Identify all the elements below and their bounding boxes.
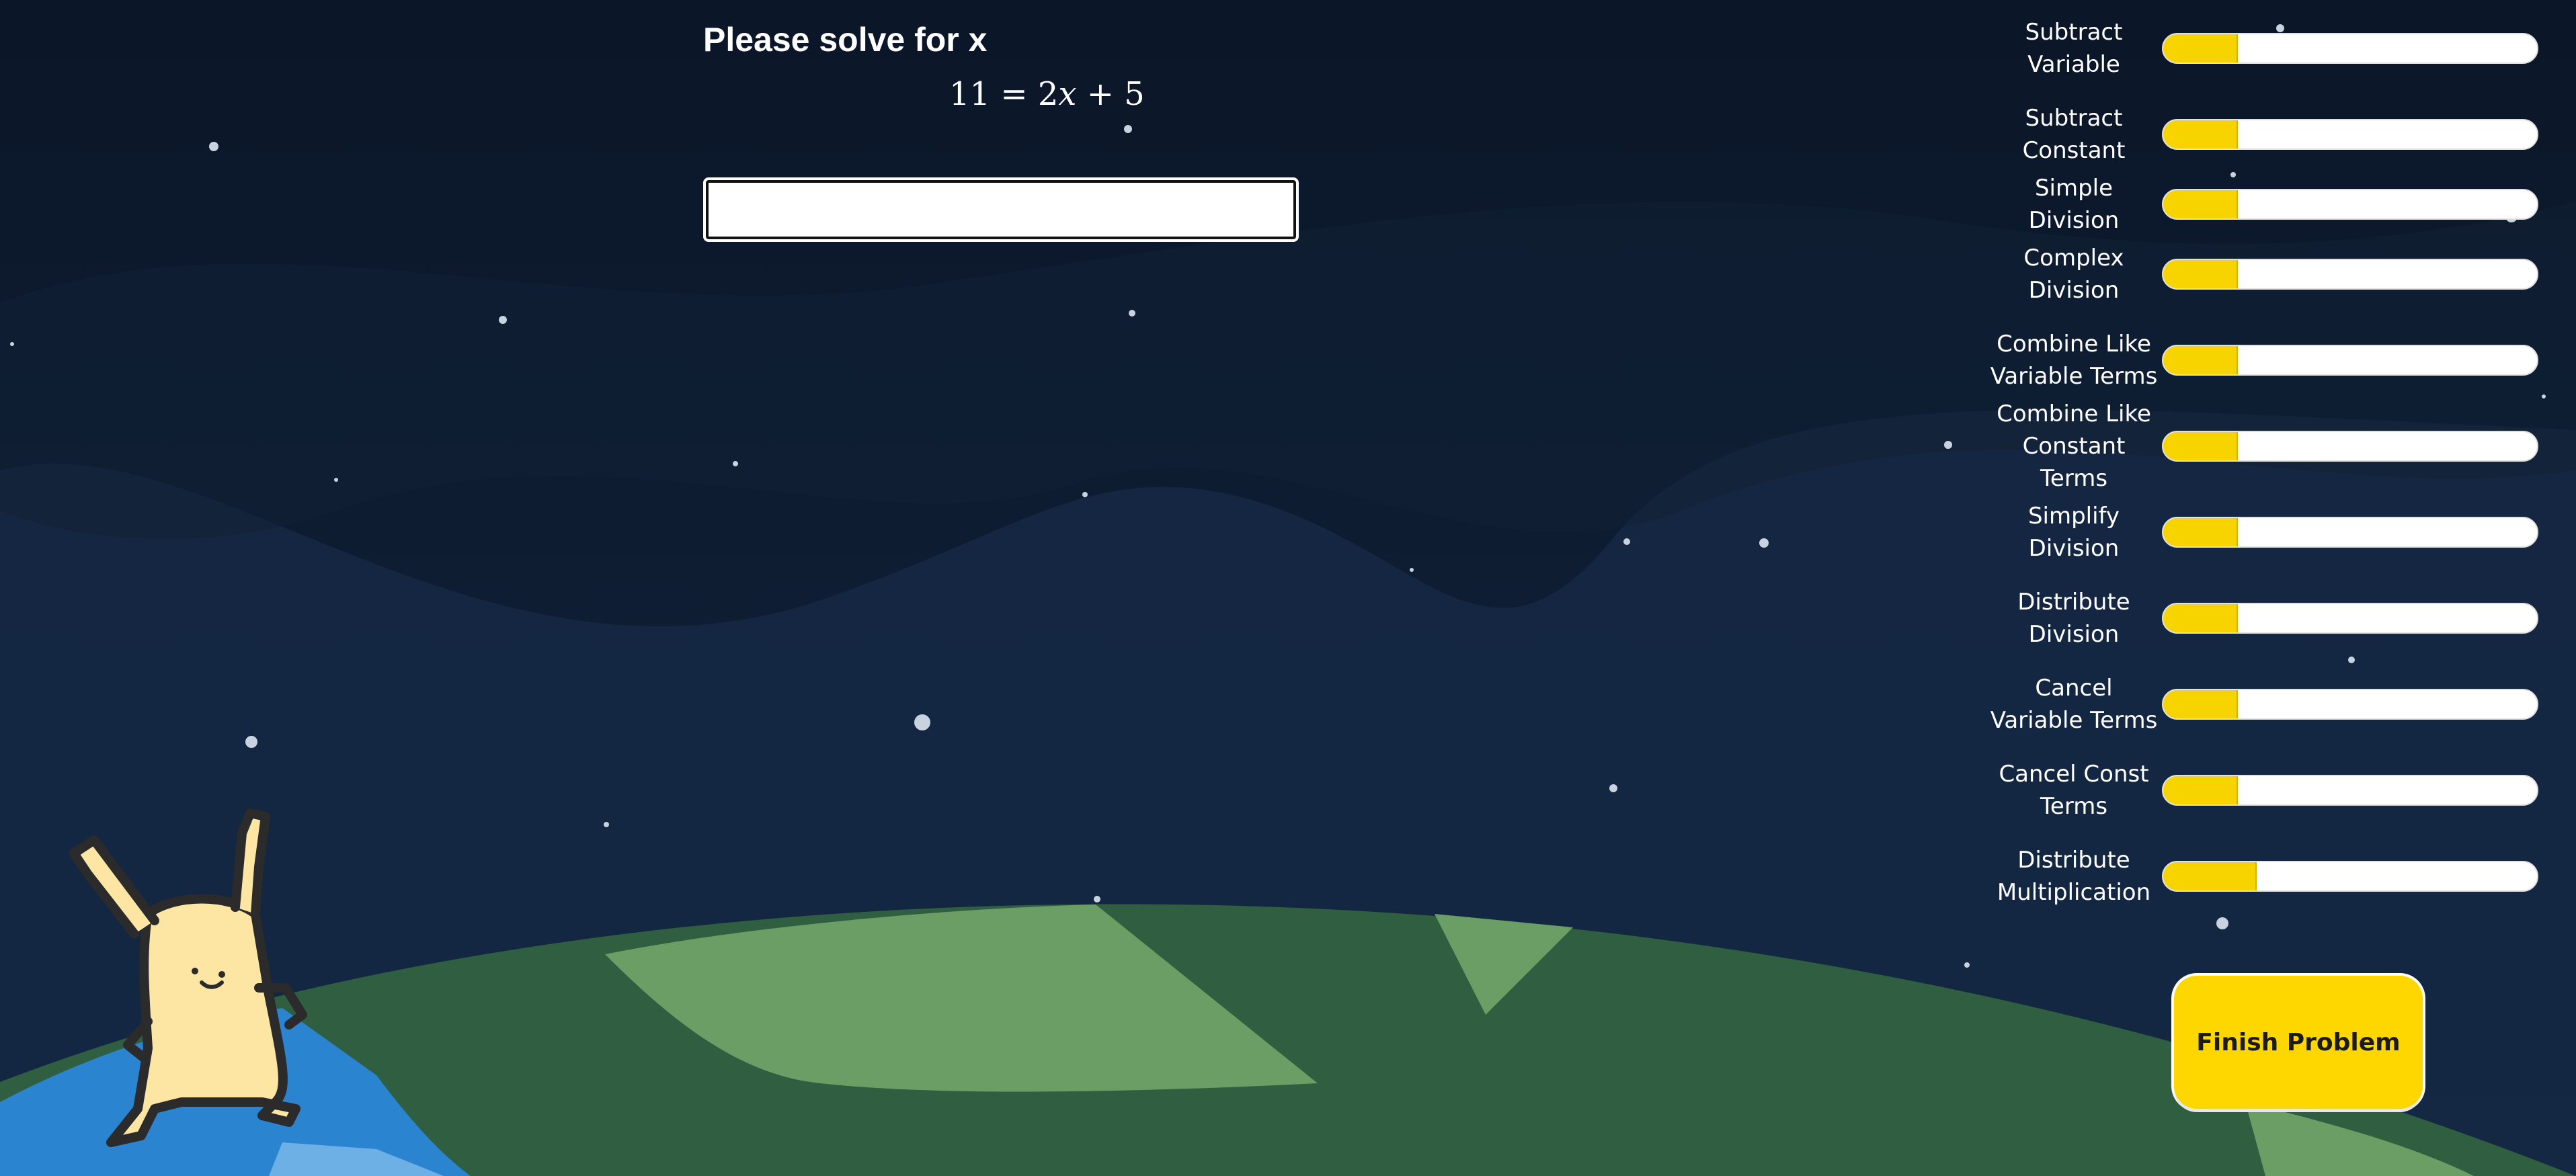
skill-row: Distribute Division — [1990, 586, 2554, 650]
skill-progress-bar — [2162, 861, 2538, 892]
skill-row: Subtract Variable — [1990, 16, 2554, 81]
skill-progress-bar — [2162, 603, 2538, 634]
skill-progress-bar — [2162, 119, 2538, 150]
skill-label: Cancel Const Terms — [1999, 761, 2149, 820]
skill-label: Subtract Variable — [2025, 19, 2123, 78]
skill-label: Complex Division — [2023, 245, 2124, 304]
finish-problem-button[interactable]: Finish Problem — [2174, 976, 2423, 1109]
equation-left-term: 11 — [949, 75, 991, 113]
plus-sign: + — [1086, 75, 1114, 113]
skill-row: Combine Like Constant Terms — [1990, 401, 2554, 492]
equation-coefficient: 2 — [1037, 75, 1059, 113]
answer-input[interactable] — [703, 177, 1299, 242]
skill-row: Simplify Division — [1990, 500, 2554, 564]
equals-sign: = — [1000, 75, 1028, 113]
skill-label: Subtract Constant — [2022, 105, 2126, 164]
equation: 11 = 2x + 5 — [949, 75, 1145, 113]
skill-label: Combine Like Constant Terms — [1997, 401, 2151, 492]
skill-progress-fill — [2163, 862, 2257, 890]
equation-constant: 5 — [1124, 75, 1145, 113]
skill-label: Simple Division — [2028, 175, 2120, 234]
skill-row: Distribute Multiplication — [1990, 844, 2554, 909]
skill-progress-bar — [2162, 775, 2538, 806]
skill-progress-fill — [2163, 190, 2239, 218]
skill-progress-bar — [2162, 431, 2538, 462]
skill-label: Combine Like Variable Terms — [1990, 331, 2158, 390]
skill-label: Simplify Division — [2027, 503, 2120, 562]
skill-row: Cancel Variable Terms — [1990, 672, 2554, 737]
skill-row: Cancel Const Terms — [1990, 758, 2554, 823]
skill-progress-fill — [2163, 776, 2239, 804]
skill-row: Subtract Constant — [1990, 102, 2554, 167]
skill-label: Distribute Multiplication — [1997, 847, 2151, 906]
problem-prompt: Please solve for x — [703, 21, 988, 58]
skill-progress-bar — [2162, 689, 2538, 720]
skill-progress-bar — [2162, 189, 2538, 220]
skill-progress-fill — [2163, 518, 2239, 546]
skill-row: Simple Division — [1990, 172, 2554, 237]
skill-progress-fill — [2163, 34, 2239, 62]
skill-progress-bar — [2162, 259, 2538, 290]
skill-progress-fill — [2163, 604, 2239, 632]
skill-progress-fill — [2163, 260, 2239, 288]
skill-progress-fill — [2163, 432, 2239, 460]
skill-progress-bar — [2162, 33, 2538, 64]
skill-label: Distribute Division — [2017, 589, 2130, 648]
skill-row: Complex Division — [1990, 242, 2554, 306]
equation-variable: x — [1058, 75, 1077, 113]
skill-progress-fill — [2163, 346, 2239, 374]
skill-row: Combine Like Variable Terms — [1990, 328, 2554, 392]
skill-progress-fill — [2163, 690, 2239, 718]
skill-progress-bar — [2162, 345, 2538, 376]
skill-progress-fill — [2163, 120, 2239, 149]
skill-progress-bar — [2162, 517, 2538, 548]
skill-label: Cancel Variable Terms — [1990, 675, 2158, 734]
